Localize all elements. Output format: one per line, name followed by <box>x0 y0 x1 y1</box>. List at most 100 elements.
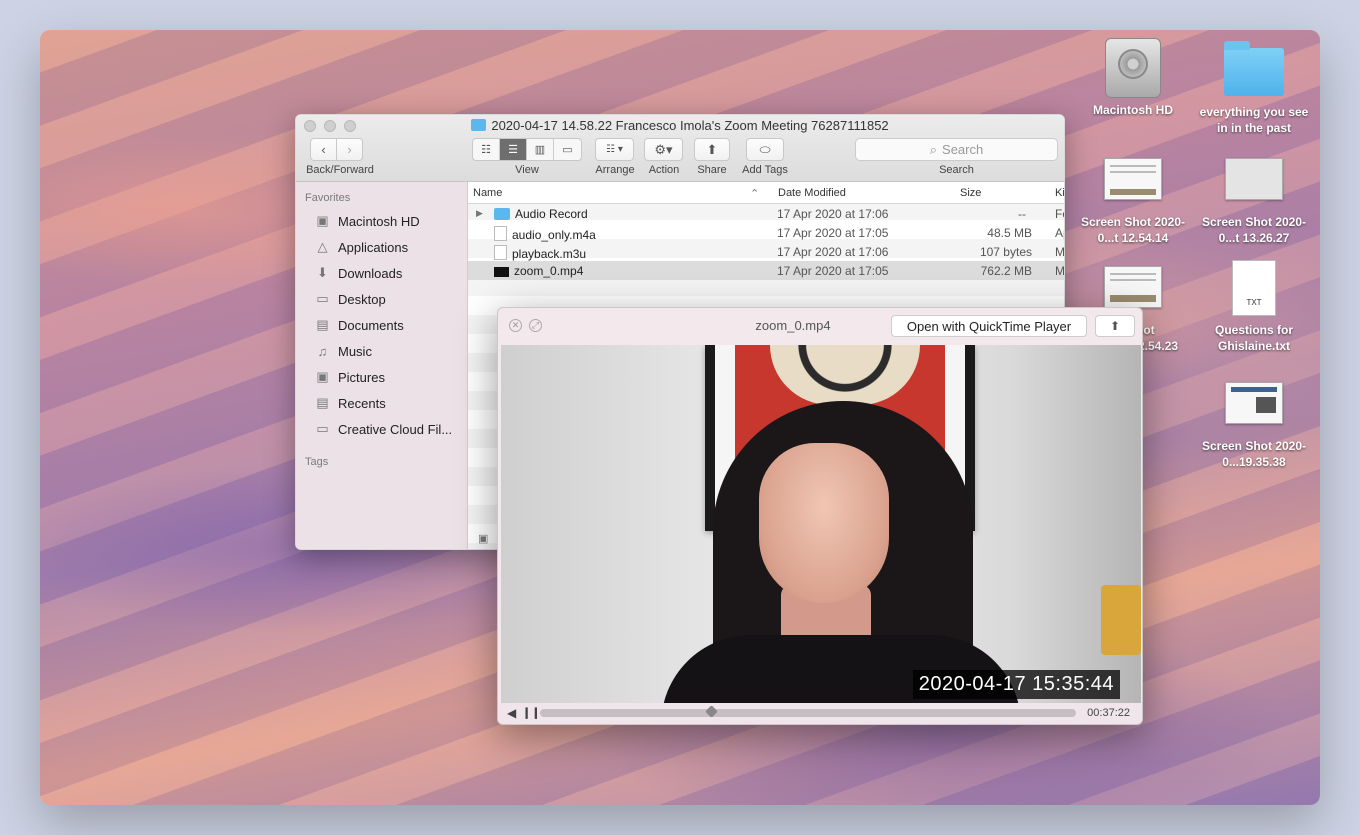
share-button[interactable]: ⬆ <box>1095 315 1135 337</box>
desktop-icon-label: Screen Shot 2020-0...t 13.26.27 <box>1201 215 1307 245</box>
pictures-icon: ▣ <box>316 369 329 384</box>
desktop-icon-screenshot[interactable]: Screen Shot 2020-0...t 12.54.14 <box>1072 148 1194 246</box>
sidebar-item-documents[interactable]: ▤ Documents <box>296 312 467 338</box>
file-size: 762.2 MB <box>980 264 1032 278</box>
desktop-icon: ▭ <box>316 291 329 306</box>
video-file-icon <box>494 267 509 277</box>
sidebar-item-downloads[interactable]: ⬇ Downloads <box>296 260 467 286</box>
gallery-view-icon[interactable]: ▭ <box>554 139 581 160</box>
sidebar-item-desktop[interactable]: ▭ Desktop <box>296 286 467 312</box>
recents-icon: ▤ <box>316 395 329 410</box>
timestamp-overlay: 2020-04-17 15:35:44 <box>912 670 1120 699</box>
screenshot-thumbnail <box>1104 158 1162 200</box>
sidebar-item-pictures[interactable]: ▣ Pictures <box>296 364 467 390</box>
folder-icon <box>494 208 510 220</box>
disclosure-triangle-icon[interactable]: ▶ <box>476 208 483 219</box>
file-date: 17 Apr 2020 at 17:05 <box>777 226 889 240</box>
playlist-file-icon <box>494 245 507 260</box>
sort-ascending-icon: ⌃ <box>750 188 760 200</box>
chevron-right-icon: › <box>347 142 352 157</box>
applications-icon: △ <box>317 239 328 254</box>
sidebar-item-creative-cloud[interactable]: ▭ Creative Cloud Fil... <box>296 416 467 442</box>
desktop-icon-screenshot[interactable]: Screen Shot 2020-0...19.35.38 <box>1193 372 1315 470</box>
file-kind: Ap <box>1055 226 1064 240</box>
icon-view-icon[interactable]: ☷ <box>473 139 500 160</box>
folder-icon <box>1224 41 1284 96</box>
scrubber-track[interactable] <box>540 709 1076 717</box>
file-name: audio_only.m4a <box>512 228 596 242</box>
table-row[interactable]: audio_only.m4a 17 Apr 2020 at 17:05 48.5… <box>468 223 1064 242</box>
favorites-heading: Favorites <box>305 192 351 204</box>
list-view-icon[interactable]: ☰ <box>500 139 527 160</box>
folder-icon <box>471 119 487 131</box>
table-row[interactable]: zoom_0.mp4 17 Apr 2020 at 17:05 762.2 MB… <box>468 261 1064 280</box>
music-icon: ♫ <box>317 343 328 359</box>
column-header-date[interactable]: Date Modified <box>778 187 846 199</box>
drive-icon: ▣ <box>478 533 489 545</box>
file-kind: Fo <box>1055 207 1064 221</box>
file-name: zoom_0.mp4 <box>514 264 584 278</box>
downloads-icon: ⬇ <box>317 265 328 280</box>
file-kind: M <box>1055 264 1065 278</box>
column-header-name[interactable]: Name <box>473 187 502 199</box>
back-button[interactable]: ‹ <box>310 138 337 161</box>
search-field[interactable]: ⌕ Search <box>855 138 1058 161</box>
sidebar-item-applications[interactable]: △ Applications <box>296 234 467 260</box>
desktop-icon-label: Screen Shot 2020-0...19.35.38 <box>1201 439 1307 469</box>
view-label: View <box>515 164 539 176</box>
hard-drive-icon <box>1105 38 1161 98</box>
chevron-left-icon: ‹ <box>321 142 326 157</box>
share-label: Share <box>697 164 727 176</box>
table-row[interactable]: playback.m3u 17 Apr 2020 at 17:06 107 by… <box>468 242 1064 261</box>
arrange-label: Arrange <box>595 164 635 176</box>
desktop-icon-label: Macintosh HD <box>1092 103 1173 117</box>
file-size: -- <box>1018 207 1026 221</box>
desktop-icon-label: Screen Shot 2020-0...t 12.54.14 <box>1080 215 1186 245</box>
file-kind: M <box>1055 245 1065 259</box>
volume-icon[interactable]: ◀ <box>507 706 516 720</box>
sidebar-item-music[interactable]: ♫ Music <box>296 338 467 364</box>
person-face <box>759 443 889 603</box>
file-size: 107 bytes <box>979 245 1032 259</box>
column-view-icon[interactable]: ▥ <box>527 139 554 160</box>
desktop-icon-label: everything you see in in the past <box>1199 105 1309 135</box>
column-header-kind[interactable]: Ki <box>1055 187 1064 199</box>
playback-controls: ◀ ❙❙ 00:37:22 <box>498 703 1142 724</box>
tag-icon: ⬭ <box>759 141 771 157</box>
back-forward-label: Back/Forward <box>306 164 374 176</box>
column-header-size[interactable]: Size <box>960 187 981 199</box>
video-frame[interactable]: 2020-04-17 15:35:44 <box>501 345 1141 705</box>
view-segmented-control[interactable]: ☷ ☰ ▥ ▭ <box>472 138 582 161</box>
desktop-icon-folder[interactable]: everything you see in in the past <box>1193 38 1315 136</box>
action-label: Action <box>648 164 680 176</box>
action-button[interactable]: ⚙▾ <box>644 138 683 161</box>
add-tags-button[interactable]: ⬭ <box>746 138 784 161</box>
desktop-icon-label: Questions for Ghislaine.txt <box>1214 323 1293 353</box>
sidebar-item-recents[interactable]: ▤ Recents <box>296 390 467 416</box>
sidebar: Favorites ▣ Macintosh HD △ Applications ⬇ D… <box>296 182 468 549</box>
file-size: 48.5 MB <box>987 226 1032 240</box>
pause-icon[interactable]: ❙❙ <box>522 706 540 719</box>
screenshot-thumbnail <box>1225 158 1283 200</box>
share-button[interactable]: ⬆ <box>694 138 730 161</box>
desktop-icon-screenshot[interactable]: Screen Shot 2020-0...t 13.26.27 <box>1193 148 1315 246</box>
file-name: Audio Record <box>515 207 588 221</box>
hard-drive-icon: ▣ <box>316 213 329 228</box>
arrange-button[interactable]: ☷ ▾ <box>595 138 634 161</box>
desktop-icon-macintosh-hd[interactable]: Macintosh HD <box>1072 38 1194 118</box>
file-date: 17 Apr 2020 at 17:06 <box>777 245 889 259</box>
screenshot-thumbnail <box>1104 266 1162 308</box>
finder-toolbar: 2020-04-17 14.58.22 Francesco Imola's Zo… <box>296 115 1064 182</box>
screenshot-thumbnail <box>1225 382 1283 424</box>
gear-icon: ⚙▾ <box>654 141 673 157</box>
sidebar-item-macintosh-hd[interactable]: ▣ Macintosh HD <box>296 208 467 234</box>
open-with-quicktime-button[interactable]: Open with QuickTime Player <box>891 315 1087 337</box>
desktop-icon-text-file[interactable]: TXT Questions for Ghislaine.txt <box>1193 260 1315 354</box>
quicklook-window: ✕ ⤢ zoom_0.mp4 Open with QuickTime Playe… <box>497 307 1143 725</box>
file-date: 17 Apr 2020 at 17:05 <box>777 264 889 278</box>
table-row[interactable]: ▶ Audio Record 17 Apr 2020 at 17:06 -- F… <box>468 204 1064 223</box>
list-header: Name ⌃ Date Modified Size Ki <box>468 182 1064 204</box>
audio-file-icon <box>494 226 507 241</box>
window-title: 2020-04-17 14.58.22 Francesco Imola's Zo… <box>296 118 1064 133</box>
forward-button[interactable]: › <box>336 138 363 161</box>
